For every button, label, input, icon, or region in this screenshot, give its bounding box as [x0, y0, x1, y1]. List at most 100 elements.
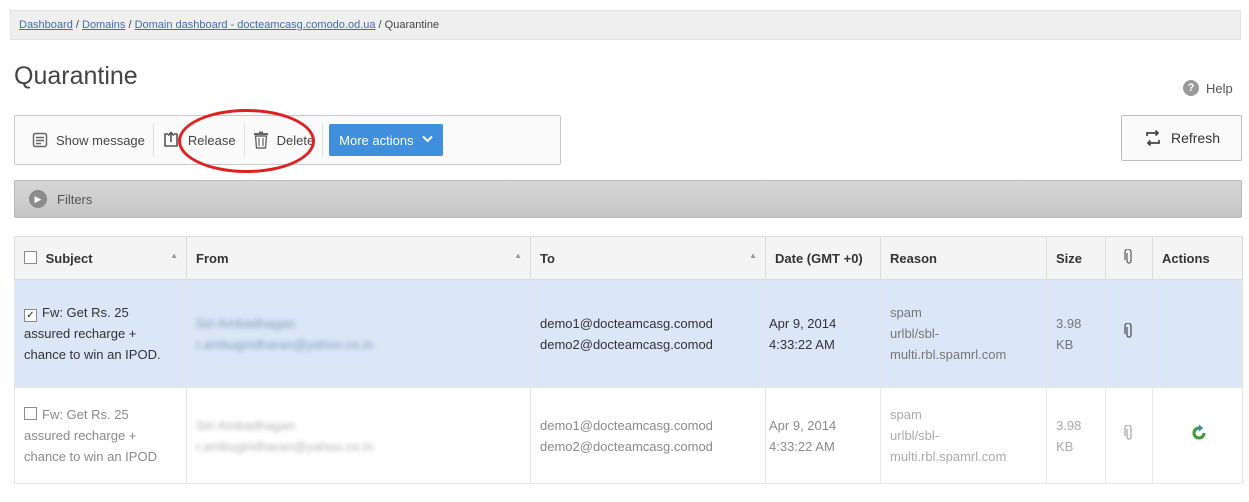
help-label: Help [1206, 80, 1233, 96]
sort-icon: ▲ [749, 251, 757, 260]
cell-attachment [1105, 387, 1153, 484]
expand-arrow-icon: ▶ [29, 190, 47, 208]
cell-actions [1152, 279, 1243, 388]
cell-date: Apr 9, 2014 4:33:22 AM [765, 279, 881, 388]
cell-from: Siri Ambadhagan r.ambugiridharan@yahoo.c… [186, 387, 531, 484]
help-icon: ? [1183, 80, 1199, 96]
cell-subject: ✓ Fw: Get Rs. 25 assured recharge + chanc… [14, 279, 187, 388]
header-reason-label: Reason [890, 250, 937, 266]
breadcrumb-link-dashboard[interactable]: Dashboard [19, 19, 73, 31]
date-text: Apr 9, 2014 [769, 417, 837, 433]
breadcrumb-separator: / [72, 19, 82, 31]
breadcrumb-current: Quarantine [384, 19, 440, 31]
row-checkbox[interactable] [24, 407, 37, 420]
header-subject[interactable]: Subject ▲ [14, 236, 187, 280]
delete-button[interactable]: Delete [245, 123, 324, 157]
cell-attachment [1105, 279, 1153, 388]
from-name: Siri Ambadhagan [196, 315, 296, 331]
reason-text: spam [890, 407, 922, 422]
paperclip-icon[interactable] [1124, 322, 1134, 339]
from-name: Siri Ambadhagan [196, 417, 296, 433]
reason-text: multi.rbl.spamrl.com [890, 347, 1007, 362]
cell-subject: Fw: Get Rs. 25 assured recharge + chance… [14, 387, 187, 484]
sort-icon: ▲ [514, 251, 522, 260]
header-actions-label: Actions [1162, 250, 1210, 266]
header-date-label: Date (GMT +0) [775, 250, 863, 266]
show-message-button[interactable]: Show message [24, 123, 154, 157]
refresh-button[interactable]: Refresh [1121, 115, 1242, 161]
size-unit: KB [1056, 438, 1074, 454]
to-address: demo2@docteamcasg.comod [540, 438, 713, 454]
cell-size: 3.98 KB [1046, 279, 1106, 388]
more-actions-label: More actions [339, 132, 414, 148]
subject-text: Fw: Get Rs. 25 assured recharge + chance… [24, 407, 157, 464]
time-text: 4:33:22 AM [769, 336, 835, 352]
date-text: Apr 9, 2014 [769, 315, 837, 331]
header-actions: Actions [1152, 236, 1243, 280]
refresh-label: Refresh [1170, 130, 1221, 146]
to-address: demo1@docteamcasg.comod [540, 315, 713, 331]
header-from-label: From [196, 250, 229, 266]
size-value: 3.98 [1056, 315, 1082, 331]
chevron-down-icon [421, 134, 433, 146]
cell-size: 3.98 KB [1046, 387, 1106, 484]
release-icon [162, 131, 180, 149]
from-email: r.ambugiridharan@yahoo.co.in [196, 438, 374, 454]
show-message-label: Show message [56, 132, 145, 148]
to-address: demo1@docteamcasg.comod [540, 417, 713, 433]
header-size-label: Size [1056, 250, 1083, 266]
more-actions-dropdown[interactable]: More actions [329, 124, 443, 156]
delete-label: Delete [276, 132, 315, 148]
release-button[interactable]: Release [154, 123, 245, 157]
cell-to: demo1@docteamcasg.comod demo2@docteamcas… [530, 279, 766, 388]
select-all-checkbox[interactable] [24, 250, 37, 264]
cell-date: Apr 9, 2014 4:33:22 AM [765, 387, 881, 484]
release-label: Release [187, 132, 236, 148]
table-header-row: Subject ▲ From ▲ To ▲ Date (GMT +0) Reas… [14, 236, 1243, 280]
header-size[interactable]: Size [1046, 236, 1106, 280]
message-icon [32, 132, 48, 148]
size-unit: KB [1056, 336, 1074, 352]
header-from[interactable]: From ▲ [186, 236, 531, 280]
trash-icon [253, 131, 269, 149]
from-email: r.ambugiridharan@yahoo.co.in [196, 336, 374, 352]
time-text: 4:33:22 AM [769, 438, 835, 454]
header-attachment[interactable] [1105, 236, 1153, 280]
page-title: Quarantine [14, 62, 138, 90]
breadcrumb: Dashboard / Domains / Domain dashboard -… [10, 10, 1241, 40]
to-address: demo2@docteamcasg.comod [540, 336, 713, 352]
restore-icon[interactable] [1190, 424, 1208, 442]
size-value: 3.98 [1056, 417, 1082, 433]
table-row[interactable]: Fw: Get Rs. 25 assured recharge + chance… [14, 387, 1243, 484]
filters-toggle[interactable]: ▶ Filters [14, 180, 1242, 218]
header-subject-label: Subject [45, 250, 93, 266]
header-date[interactable]: Date (GMT +0) [765, 236, 881, 280]
help-link[interactable]: ? Help [1183, 80, 1233, 96]
refresh-icon [1143, 128, 1171, 148]
cell-actions [1152, 387, 1243, 484]
reason-text: spam [890, 305, 922, 320]
paperclip-icon[interactable] [1124, 424, 1134, 441]
breadcrumb-separator: / [125, 19, 135, 31]
breadcrumb-separator: / [375, 19, 385, 31]
reason-text: multi.rbl.spamrl.com [890, 449, 1007, 464]
cell-reason: spam urlbl/sbl- multi.rbl.spamrl.com [880, 279, 1047, 388]
cell-reason: spam urlbl/sbl- multi.rbl.spamrl.com [880, 387, 1047, 484]
reason-text: urlbl/sbl- [890, 428, 940, 443]
header-reason[interactable]: Reason [880, 236, 1047, 280]
sort-icon: ▲ [170, 251, 178, 260]
filters-label: Filters [57, 191, 93, 207]
header-to-label: To [540, 250, 555, 266]
cell-to: demo1@docteamcasg.comod demo2@docteamcas… [530, 387, 766, 484]
breadcrumb-link-domain-dashboard[interactable]: Domain dashboard - docteamcasg.comodo.od… [135, 19, 376, 31]
reason-text: urlbl/sbl- [890, 326, 940, 341]
subject-text: Fw: Get Rs. 25 assured recharge + chance… [24, 305, 161, 362]
row-checkbox[interactable]: ✓ [24, 309, 37, 322]
cell-from: Siri Ambadhagan r.ambugiridharan@yahoo.c… [186, 279, 531, 388]
breadcrumb-link-domains[interactable]: Domains [82, 19, 125, 31]
action-toolbar: Show message Release Delete More actions [14, 115, 561, 165]
header-to[interactable]: To ▲ [530, 236, 766, 280]
quarantine-table: Subject ▲ From ▲ To ▲ Date (GMT +0) Reas… [14, 236, 1243, 484]
paperclip-icon [1124, 248, 1134, 265]
table-row[interactable]: ✓ Fw: Get Rs. 25 assured recharge + chanc… [14, 279, 1243, 388]
